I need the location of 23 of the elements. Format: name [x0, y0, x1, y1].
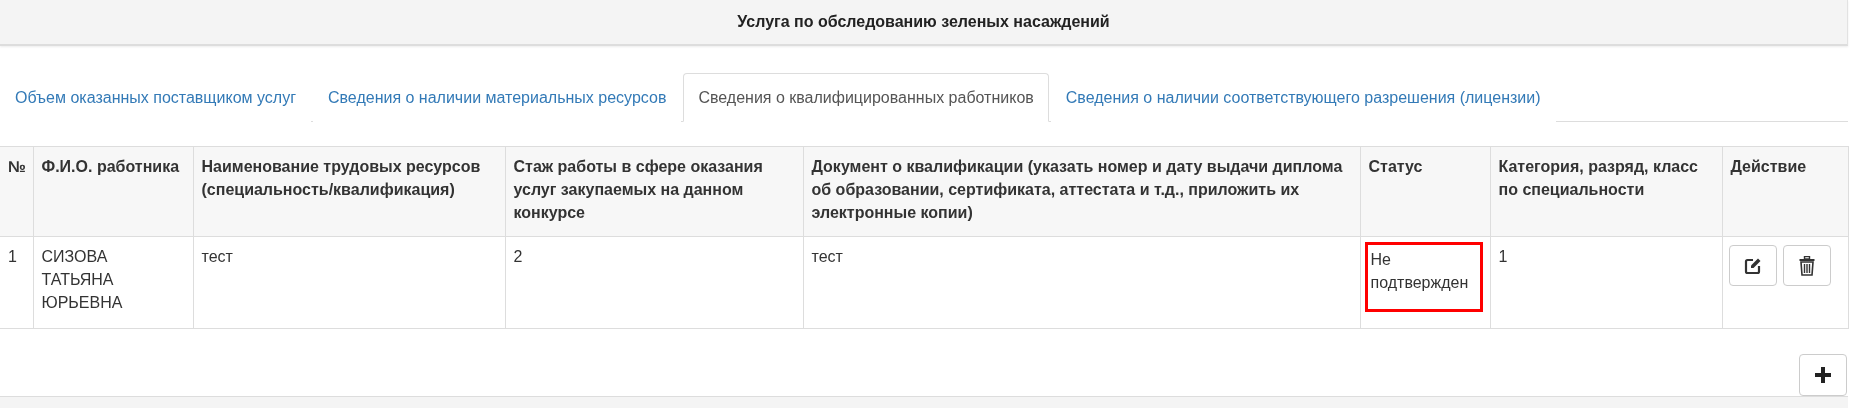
column-header: Документ о квалификации (указать номер и дату выдачи диплома об образовании, сертификата, аттестата и т.д., приложить их электронные копии) [803, 146, 1360, 237]
add-button[interactable] [1799, 354, 1847, 397]
edit-button[interactable] [1728, 245, 1777, 287]
table-cell: 2 [505, 236, 803, 329]
table-cell: 1 [1490, 236, 1722, 329]
trash-icon [1798, 255, 1815, 276]
column-header: Наименование трудовых ресурсов (специальность/квалификация) [193, 146, 505, 237]
column-header: № [0, 146, 33, 237]
column-header: Статус [1360, 146, 1490, 237]
table-cell: тест [193, 236, 505, 329]
plus-icon [1814, 366, 1832, 385]
tab[interactable]: Сведения о квалифицированных работников [683, 73, 1049, 123]
table-cell: СИЗОВА ТАТЬЯНА ЮРЬЕВНА [33, 236, 193, 329]
table-cell: 1 [0, 236, 33, 329]
delete-button[interactable] [1782, 245, 1831, 287]
page-title: Услуга по обследованию зеленых насаждений [0, 0, 1848, 47]
column-header: Действие [1722, 146, 1848, 237]
column-header: Стаж работы в сфере оказания услуг закупаемых на данном конкурсе [505, 146, 803, 237]
column-header: Ф.И.О. работника [33, 146, 193, 237]
column-header: Категория, разряд, класс по специальности [1490, 146, 1722, 237]
edit-icon [1743, 256, 1762, 275]
table-cell: тест [803, 236, 1360, 329]
status-text: Не подтвержден [1364, 242, 1483, 313]
